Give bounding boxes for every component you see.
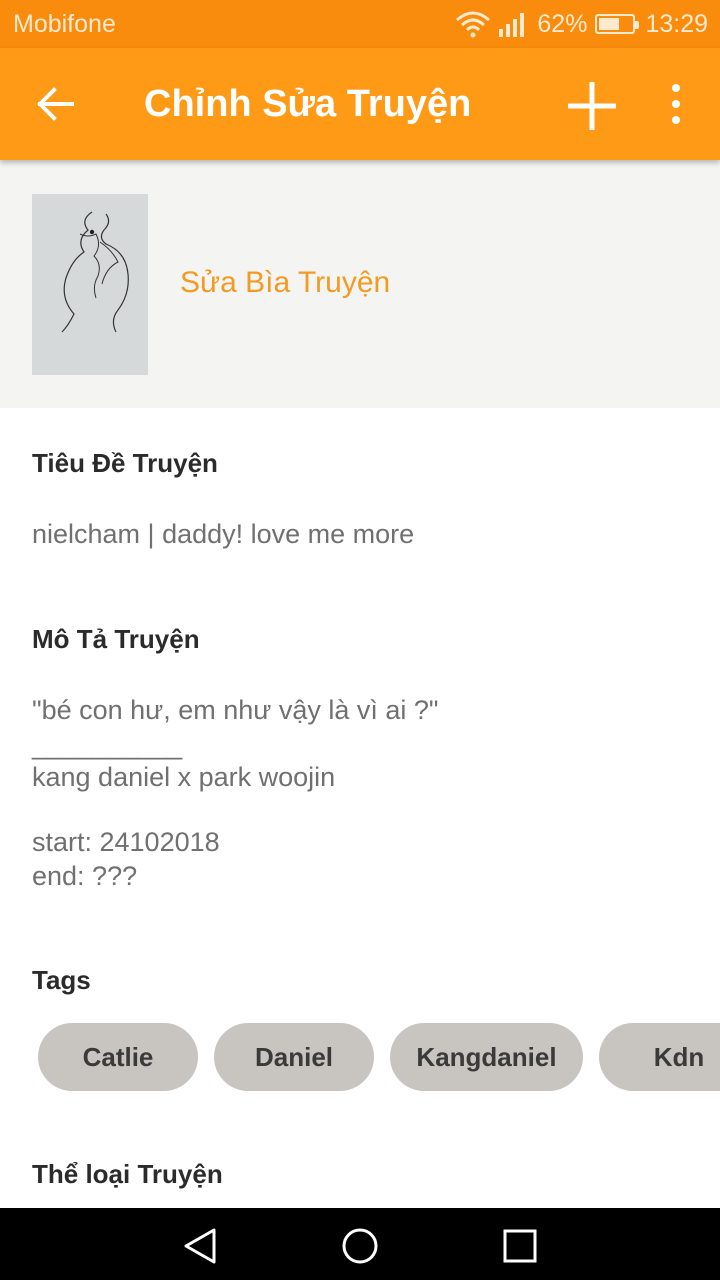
home-circle-icon[interactable] (340, 1226, 380, 1266)
battery-fill (599, 18, 620, 30)
more-options-icon[interactable] (660, 82, 692, 126)
tag-chip[interactable]: Catlie (38, 1023, 198, 1091)
story-title-field[interactable]: nielcham | daddy! love me more (32, 519, 414, 550)
edit-cover-link[interactable]: Sửa Bìa Truyện (180, 266, 390, 300)
signal-icon (499, 11, 529, 37)
tag-chip[interactable]: Kdn (599, 1023, 720, 1091)
battery-icon (595, 14, 640, 34)
description-line: start: 24102018 (32, 827, 220, 857)
battery-percent: 62% (537, 9, 588, 38)
system-nav-bar (0, 1208, 720, 1280)
wifi-icon (455, 10, 491, 38)
carrier-name: Mobifone (13, 9, 116, 38)
status-bar: Mobifone 62% 13:29 (0, 0, 720, 48)
tags-label: Tags (32, 965, 91, 995)
tag-chip[interactable]: Daniel (214, 1023, 374, 1091)
cover-section: Sửa Bìa Truyện (0, 160, 720, 408)
status-indicators: 62% 13:29 (455, 10, 708, 39)
app-bar: Chỉnh Sửa Truyện (0, 48, 720, 160)
description-line: kang daniel x park woojin (32, 762, 336, 792)
tag-chip[interactable]: Kangdaniel (390, 1023, 583, 1091)
cover-thumbnail[interactable] (32, 194, 148, 375)
category-label: Thể loại Truyện (32, 1159, 223, 1189)
description-line: end: ??? (32, 861, 138, 891)
description-line: "bé con hư, em như vậy là vì ai ?" (32, 695, 439, 725)
clock: 13:29 (645, 9, 708, 38)
description-label: Mô Tả Truyện (32, 624, 200, 654)
page-title: Chỉnh Sửa Truyện (144, 83, 472, 125)
recents-square-icon[interactable] (500, 1226, 540, 1266)
add-icon[interactable] (566, 80, 618, 132)
back-triangle-icon[interactable] (180, 1226, 220, 1266)
tags-list: Catlie Daniel Kangdaniel Kdn (0, 1023, 720, 1091)
back-arrow-icon[interactable] (36, 84, 76, 124)
description-line: __________ (32, 730, 183, 760)
story-title-label: Tiêu Đề Truyện (32, 448, 218, 478)
